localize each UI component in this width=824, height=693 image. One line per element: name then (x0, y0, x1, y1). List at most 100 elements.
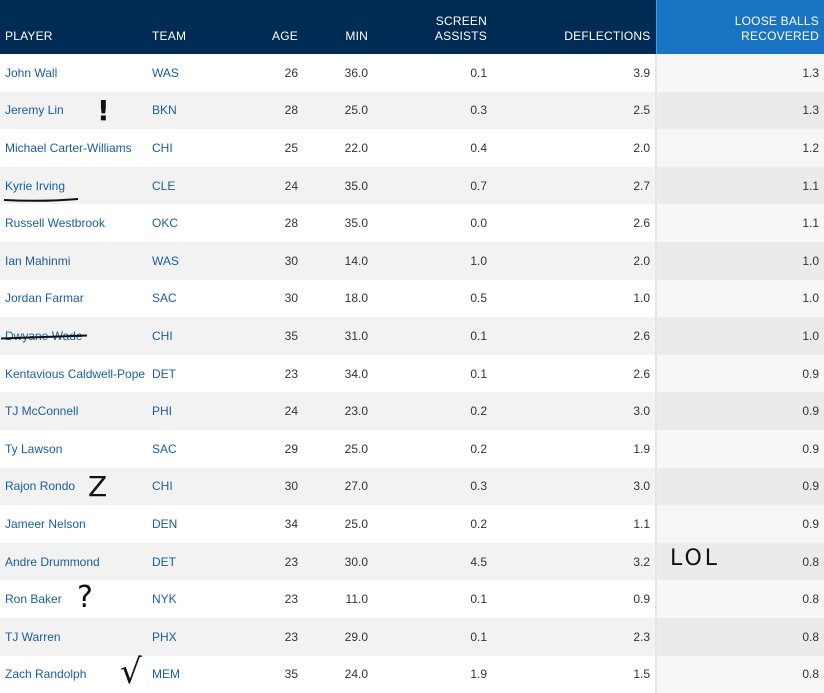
player-name[interactable]: Michael Carter-Williams (0, 129, 147, 167)
player-name[interactable]: Jameer Nelson (0, 505, 147, 543)
header-loose-balls-recovered[interactable]: LOOSE BALLS RECOVERED (655, 0, 824, 54)
team-abbr[interactable]: WAS (147, 54, 233, 92)
screen-assists-cell-text: 0.1 (470, 592, 487, 607)
header-loose-balls-line2: RECOVERED (741, 29, 819, 43)
age-cell-text: 23 (284, 554, 298, 569)
player-name[interactable]: TJ McConnell (0, 392, 147, 430)
age-cell: 28 (233, 91, 303, 130)
min-cell-text: 24.0 (344, 667, 368, 682)
age-cell-text: 28 (284, 103, 298, 118)
team-abbr-text: NYK (152, 592, 177, 607)
player-name-text: Andre Drummond (5, 554, 100, 569)
player-name[interactable]: Jordan Farmar (0, 280, 147, 318)
player-name[interactable]: Ty Lawson (0, 430, 147, 468)
team-abbr[interactable]: WAS (147, 241, 233, 280)
player-name-text: Jameer Nelson (5, 516, 86, 531)
deflections-cell: 2.5 (492, 91, 656, 130)
team-abbr[interactable]: SAC (147, 430, 233, 468)
min-cell-text: 31.0 (344, 328, 368, 343)
team-abbr-text: OKC (152, 216, 179, 231)
player-name[interactable]: Rajon Rondo (0, 467, 147, 506)
age-cell: 34 (233, 505, 303, 543)
player-name-text: Kentavious Caldwell-Pope (5, 366, 146, 381)
team-abbr[interactable]: DET (147, 542, 233, 581)
team-abbr[interactable]: CHI (147, 317, 233, 355)
header-deflections[interactable]: DEFLECTIONS (492, 0, 656, 54)
team-abbr[interactable]: DET (147, 355, 233, 393)
loose-balls-cell: 0.9 (655, 429, 824, 468)
header-screen-assists[interactable]: SCREEN ASSISTS (373, 0, 492, 54)
deflections-cell: 2.3 (492, 617, 656, 656)
table-row: Ian Mahinmi WAS 30 14.0 1.0 2.0 1.0 (0, 241, 824, 280)
screen-assists-cell: 0.2 (373, 392, 492, 430)
loose-balls-cell: 1.0 (655, 317, 824, 355)
screen-assists-cell-text: 0.7 (470, 178, 487, 193)
age-cell-text: 23 (284, 592, 298, 607)
age-cell: 30 (233, 280, 303, 318)
loose-balls-cell: 1.0 (655, 279, 824, 318)
loose-balls-cell: 0.8 (655, 617, 824, 656)
player-name[interactable]: Kentavious Caldwell-Pope (0, 355, 147, 393)
header-player[interactable]: PLAYER (0, 0, 147, 54)
team-abbr[interactable]: SAC (147, 280, 233, 318)
team-abbr-text: CHI (152, 479, 173, 494)
age-cell: 23 (233, 617, 303, 656)
player-name[interactable]: TJ Warren (0, 617, 147, 656)
min-cell: 22.0 (303, 129, 373, 167)
screen-assists-cell: 0.2 (373, 505, 492, 543)
header-team[interactable]: TEAM (147, 0, 233, 54)
age-cell: 23 (233, 355, 303, 393)
deflections-cell: 2.7 (492, 166, 656, 205)
player-name[interactable]: Ian Mahinmi (0, 241, 147, 280)
header-age[interactable]: AGE (233, 0, 303, 54)
team-abbr[interactable]: CLE (147, 166, 233, 205)
loose-balls-cell-text: 1.0 (802, 328, 819, 343)
deflections-cell-text: 1.0 (633, 291, 650, 306)
player-name[interactable]: Russell Westbrook (0, 204, 147, 242)
table-row: Jameer Nelson DEN 34 25.0 0.2 1.1 0.9 (0, 505, 824, 543)
age-cell-text: 30 (284, 253, 298, 268)
table-row: John Wall WAS 26 36.0 0.1 3.9 1.3 (0, 54, 824, 92)
age-cell: 23 (233, 580, 303, 618)
deflections-cell: 1.9 (492, 430, 656, 468)
team-abbr[interactable]: CHI (147, 129, 233, 167)
header-min[interactable]: MIN (303, 0, 373, 54)
age-cell: 24 (233, 166, 303, 205)
min-cell: 24.0 (303, 656, 373, 693)
header-player-label: PLAYER (5, 29, 53, 43)
player-name[interactable]: Andre Drummond (0, 542, 147, 581)
deflections-cell: 2.0 (492, 129, 656, 167)
team-abbr[interactable]: PHX (147, 617, 233, 656)
header-screen-assists-line1: SCREEN (435, 14, 487, 28)
deflections-cell-text: 2.6 (633, 366, 650, 381)
team-abbr[interactable]: NYK (147, 580, 233, 618)
team-abbr[interactable]: BKN (147, 91, 233, 130)
player-name[interactable]: John Wall (0, 54, 147, 92)
team-abbr[interactable]: MEM (147, 656, 233, 693)
age-cell-text: 35 (284, 328, 298, 343)
team-abbr[interactable]: OKC (147, 204, 233, 242)
loose-balls-cell: 1.3 (655, 54, 824, 92)
min-cell-text: 34.0 (344, 366, 368, 381)
table-row: Kentavious Caldwell-Pope DET 23 34.0 0.1 2.6 0… (0, 354, 824, 393)
loose-balls-cell-text: 0.9 (802, 404, 819, 419)
player-name-text: TJ Warren (5, 629, 61, 644)
deflections-cell: 2.6 (492, 317, 656, 355)
loose-balls-cell-text: 1.3 (802, 103, 819, 118)
team-abbr[interactable]: CHI (147, 467, 233, 506)
screen-assists-cell: 0.4 (373, 129, 492, 167)
player-name[interactable]: Dwyane Wade (0, 317, 147, 355)
screen-assists-cell-text: 0.3 (470, 479, 487, 494)
team-abbr[interactable]: DEN (147, 505, 233, 543)
min-cell-text: 35.0 (344, 216, 368, 231)
min-cell: 23.0 (303, 392, 373, 430)
screen-assists-cell-text: 0.0 (470, 216, 487, 231)
deflections-cell-text: 1.1 (633, 516, 650, 531)
player-name[interactable]: Jeremy Lin (0, 91, 147, 130)
screen-assists-cell: 1.0 (373, 241, 492, 280)
player-name-text: Jordan Farmar (5, 291, 84, 306)
min-cell-text: 18.0 (344, 291, 368, 306)
team-abbr[interactable]: PHI (147, 392, 233, 430)
player-name[interactable]: Ron Baker (0, 580, 147, 618)
min-cell: 35.0 (303, 204, 373, 242)
